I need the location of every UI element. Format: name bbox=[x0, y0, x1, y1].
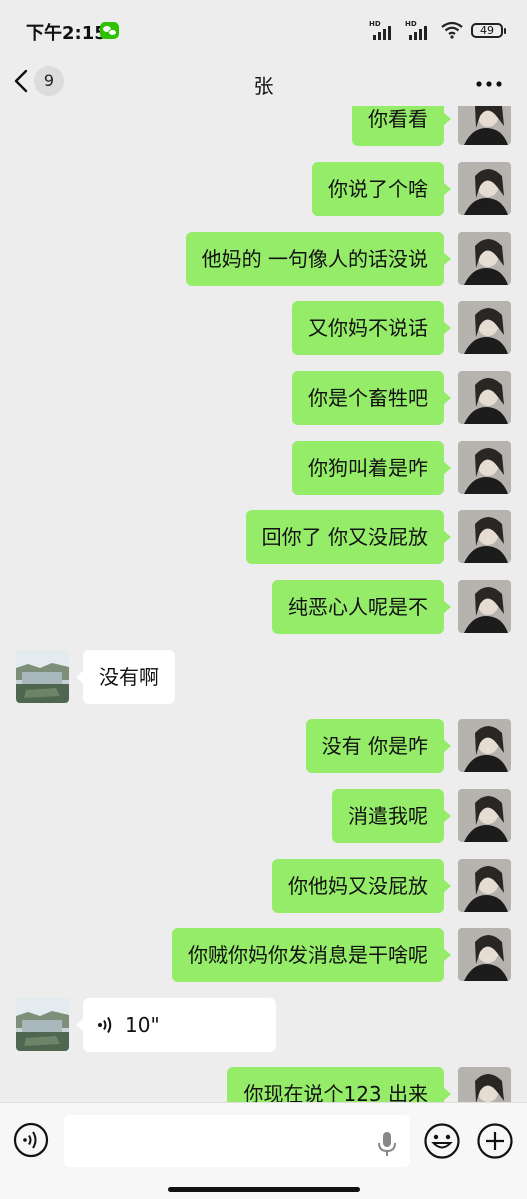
message-bubble-incoming[interactable]: 没有啊 bbox=[76, 650, 175, 704]
message-bubble-outgoing[interactable]: 纯恶心人呢是不 bbox=[272, 580, 451, 634]
message-bubble-outgoing[interactable]: 你现在说个123 出来 bbox=[227, 1067, 451, 1102]
message-bubble-outgoing[interactable]: 消遣我呢 bbox=[332, 789, 451, 843]
message-bubble-outgoing[interactable]: 回你了 你又没屁放 bbox=[245, 510, 452, 564]
signal-icon-1: HD bbox=[369, 20, 397, 40]
voice-wave-icon bbox=[98, 1016, 112, 1034]
ellipsis-icon bbox=[476, 81, 502, 87]
plus-icon bbox=[477, 1123, 513, 1159]
avatar-contact[interactable] bbox=[16, 650, 69, 703]
voice-input-button[interactable] bbox=[13, 1122, 49, 1158]
voice-message-bubble[interactable]: 10" bbox=[76, 998, 276, 1052]
voice-mode-icon bbox=[13, 1122, 49, 1158]
message-bubble-outgoing[interactable]: 你看看 bbox=[352, 106, 451, 146]
wifi-icon bbox=[441, 21, 463, 39]
avatar-me[interactable] bbox=[458, 928, 511, 981]
avatar-me[interactable] bbox=[458, 232, 511, 285]
message-bubble-outgoing[interactable]: 你说了个啥 bbox=[312, 162, 451, 216]
avatar-me[interactable] bbox=[458, 106, 511, 145]
signal-icon-2: HD bbox=[405, 20, 433, 40]
message-bubble-outgoing[interactable]: 你是个畜牲吧 bbox=[292, 371, 451, 425]
avatar-contact[interactable] bbox=[16, 998, 69, 1051]
avatar-me[interactable] bbox=[458, 859, 511, 912]
message-bubble-outgoing[interactable]: 没有 你是咋 bbox=[305, 719, 452, 773]
avatar-me[interactable] bbox=[458, 371, 511, 424]
avatar-me[interactable] bbox=[458, 789, 511, 842]
avatar-me[interactable] bbox=[458, 580, 511, 633]
avatar-me[interactable] bbox=[458, 719, 511, 772]
emoji-button[interactable] bbox=[423, 1122, 461, 1164]
more-functions-button[interactable] bbox=[476, 1122, 514, 1164]
microphone-button[interactable] bbox=[377, 1131, 397, 1161]
status-icons: HD HD 49 bbox=[369, 18, 506, 42]
wechat-notification-icon bbox=[100, 22, 119, 39]
avatar-me[interactable] bbox=[458, 1067, 511, 1102]
voice-duration: 10" bbox=[125, 1013, 160, 1037]
avatar-me[interactable] bbox=[458, 510, 511, 563]
message-bubble-outgoing[interactable]: 你贼你妈你发消息是干啥呢 bbox=[172, 928, 451, 982]
message-input[interactable] bbox=[64, 1115, 410, 1167]
avatar-me[interactable] bbox=[458, 441, 511, 494]
emoji-icon bbox=[424, 1123, 460, 1159]
message-bubble-outgoing[interactable]: 他妈的 一句像人的话没说 bbox=[185, 232, 452, 286]
message-bubble-outgoing[interactable]: 又你妈不说话 bbox=[292, 301, 451, 355]
message-bubble-outgoing[interactable]: 你狗叫着是咋 bbox=[292, 441, 451, 495]
home-indicator[interactable] bbox=[168, 1187, 360, 1192]
avatar-me[interactable] bbox=[458, 162, 511, 215]
status-bar: 下午2:15 HD HD 49 bbox=[0, 0, 527, 60]
more-options-button[interactable] bbox=[475, 70, 503, 90]
microphone-icon bbox=[378, 1132, 396, 1156]
message-bubble-outgoing[interactable]: 你他妈又没屁放 bbox=[272, 859, 451, 913]
chat-title: 张 bbox=[253, 74, 274, 98]
chat-header: 9 张 bbox=[0, 60, 527, 106]
status-time: 下午2:15 bbox=[26, 23, 107, 44]
avatar-me[interactable] bbox=[458, 301, 511, 354]
input-bar bbox=[0, 1102, 527, 1199]
battery-icon: 49 bbox=[471, 22, 506, 38]
message-list[interactable]: 你看看 你说了个啥 他妈的 一句像人的话没说 又你妈不说话 你是个畜牲吧 你狗叫… bbox=[0, 106, 527, 1102]
